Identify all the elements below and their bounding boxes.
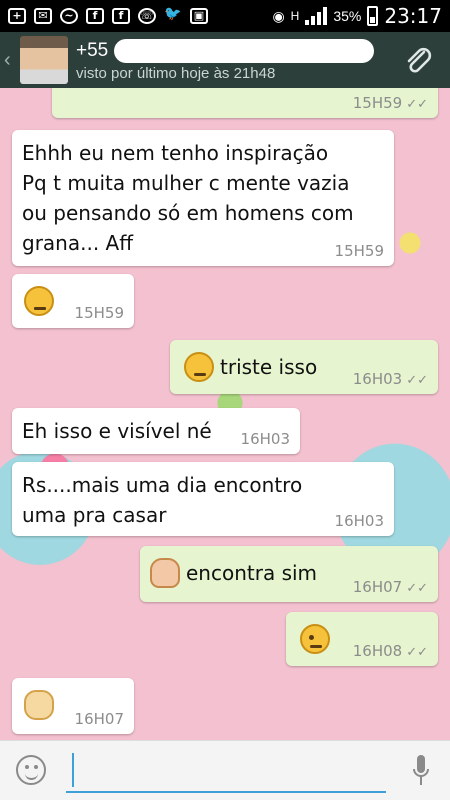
last-seen-status: visto por último hoje às 21h48 <box>76 64 276 82</box>
notification-icons: + ✉ ~ f f ☏ 🐦 ▣ <box>8 6 208 24</box>
woman-shrugging-icon <box>150 558 180 588</box>
message-outgoing[interactable]: 16H08 ✓✓ <box>286 612 438 666</box>
paperclip-icon[interactable] <box>404 46 432 76</box>
read-ticks-icon: ✓✓ <box>406 373 428 388</box>
message-text: triste isso <box>220 355 318 379</box>
message-incoming[interactable]: Ehhh eu nem tenho inspiração Pq t muita … <box>12 130 394 266</box>
contact-name: +55 <box>76 38 375 63</box>
back-chevron-icon[interactable]: ‹ <box>4 49 18 72</box>
message-time: 15H59 <box>334 242 384 260</box>
chat-header[interactable]: ‹ +55 visto por último hoje às 21h48 <box>0 32 450 88</box>
status-bar: + ✉ ~ f f ☏ 🐦 ▣ ◉ H 35% 23:17 <box>0 0 450 32</box>
network-type: H <box>290 9 300 23</box>
text-cursor <box>72 753 74 787</box>
twitter-icon: 🐦 <box>164 6 182 22</box>
message-time: 16H03 ✓✓ <box>352 370 428 388</box>
redacted-number <box>114 38 375 63</box>
message-outgoing[interactable]: triste isso 16H03 ✓✓ <box>170 340 438 394</box>
message-time: 16H03 <box>240 430 290 448</box>
message-composer <box>0 740 450 800</box>
message-incoming[interactable]: Rs....mais uma dia encontro uma pra casa… <box>12 462 394 536</box>
message-time: 16H08 ✓✓ <box>352 642 428 660</box>
message-text: Eh isso e visível né <box>22 419 212 443</box>
contact-avatar[interactable] <box>20 36 68 84</box>
facebook-icon: f <box>86 8 104 24</box>
message-input[interactable] <box>66 749 386 793</box>
angry-face-icon <box>24 286 54 316</box>
gallery-icon: ▣ <box>190 8 208 24</box>
signal-icon <box>305 7 328 25</box>
message-outgoing[interactable]: encontra sim 16H07 ✓✓ <box>140 546 438 602</box>
emoji-picker-icon[interactable] <box>16 755 46 785</box>
read-ticks-icon: ✓✓ <box>406 581 428 596</box>
eye-icon: ◉ <box>272 7 285 24</box>
messenger-icon: ~ <box>60 8 78 24</box>
sweat-smile-icon <box>184 352 214 382</box>
message-line: Pq t muita mulher c mente vazia <box>22 171 350 195</box>
plus-icon: + <box>8 8 26 24</box>
winking-face-icon <box>300 624 330 654</box>
message-outgoing[interactable]: 15H59 ✓✓ <box>52 88 438 118</box>
clapping-hands-icon <box>24 690 54 720</box>
clock: 23:17 <box>384 4 442 28</box>
read-ticks-icon: ✓✓ <box>406 645 428 660</box>
message-line: uma pra casar <box>22 503 167 527</box>
battery-icon <box>367 6 379 26</box>
message-time: 15H59 ✓✓ <box>352 94 428 112</box>
message-line: Rs....mais uma dia encontro <box>22 473 303 497</box>
chat-area[interactable]: 15H59 ✓✓ Ehhh eu nem tenho inspiração Pq … <box>0 88 450 740</box>
contact-number-prefix: +55 <box>76 39 109 61</box>
mail-icon: ✉ <box>34 8 52 24</box>
message-incoming[interactable]: 15H59 <box>12 274 134 328</box>
message-line: ou pensando só em homens com <box>22 201 354 225</box>
message-time: 16H07 <box>74 710 124 728</box>
message-incoming[interactable]: 16H07 <box>12 678 134 734</box>
facebook-icon-2: f <box>112 8 130 24</box>
battery-percent: 35% <box>333 8 362 24</box>
message-text: encontra sim <box>186 561 318 585</box>
message-time: 16H03 <box>334 512 384 530</box>
message-line: grana... Aff <box>22 231 133 255</box>
read-ticks-icon: ✓✓ <box>406 97 428 112</box>
microphone-icon[interactable] <box>412 753 430 789</box>
viber-icon: ☏ <box>138 8 156 24</box>
contact-info[interactable]: +55 visto por último hoje às 21h48 <box>76 38 375 82</box>
system-indicators: ◉ H 35% 23:17 <box>272 4 442 28</box>
message-incoming[interactable]: Eh isso e visível né 16H03 <box>12 408 300 454</box>
message-time: 16H07 ✓✓ <box>352 578 428 596</box>
message-time: 15H59 <box>74 304 124 322</box>
message-line: Ehhh eu nem tenho inspiração <box>22 141 329 165</box>
